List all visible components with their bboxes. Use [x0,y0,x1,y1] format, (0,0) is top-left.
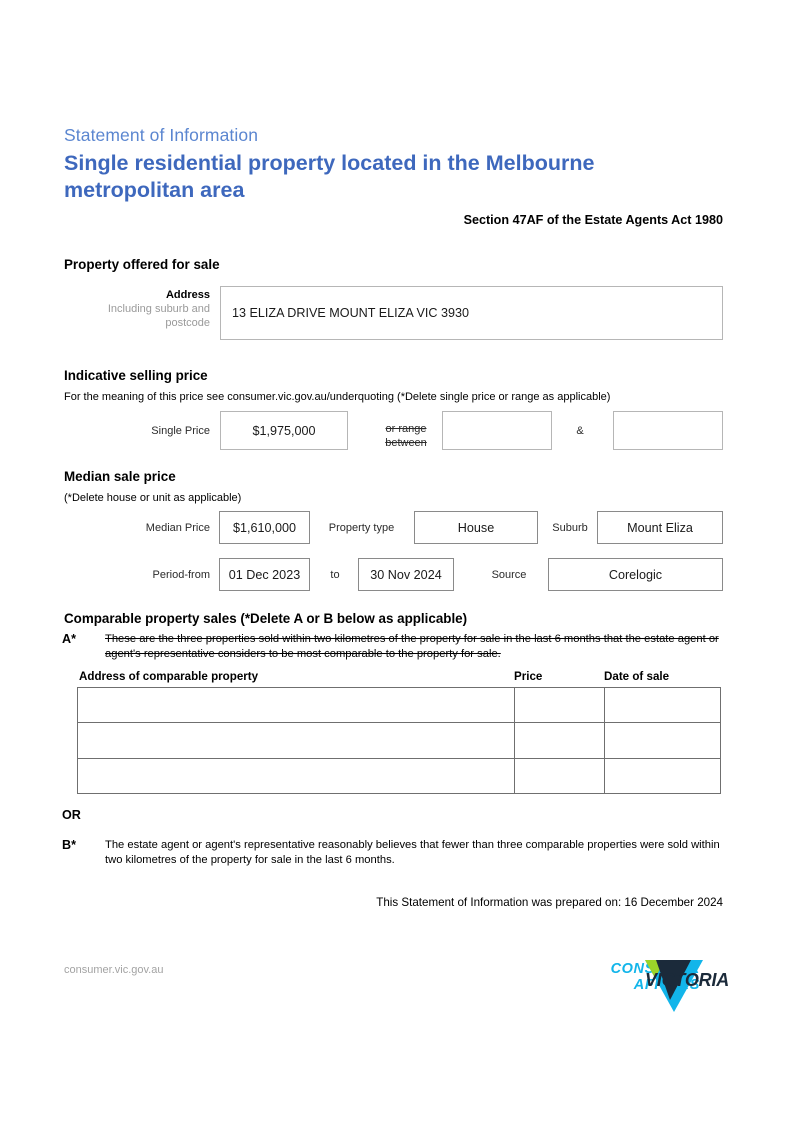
address-sub-label: Including suburb and postcode [107,303,210,329]
column-header-address: Address of comparable property [79,670,259,683]
range-ampersand: & [576,425,584,437]
period-from-field[interactable]: 01 Dec 2023 [219,558,310,591]
period-to-field[interactable]: 30 Nov 2024 [358,558,454,591]
document-kicker: Statement of Information [64,125,259,145]
section-heading-property-offered: Property offered for sale [64,257,220,272]
median-price-label: Median Price [145,522,210,534]
cell-date[interactable] [604,722,721,759]
prepared-on-statement: This Statement of Information was prepar… [376,896,723,909]
cell-price[interactable] [514,757,605,795]
column-header-date: Date of sale [604,670,670,683]
logo-wordmark-victoria: VICTORIA [645,970,730,990]
period-to-label: to [330,569,340,581]
option-a-marker: A* [62,632,76,646]
source-field[interactable]: Corelogic [548,558,723,591]
footer-url[interactable]: consumer.vic.gov.au [64,964,163,976]
address-label: Address [165,289,210,301]
cell-address[interactable] [77,686,515,724]
legislation-reference: Section 47AF of the Estate Agents Act 19… [463,213,723,227]
section-heading-indicative-price: Indicative selling price [64,368,208,383]
property-type-label: Property type [328,522,395,534]
table-row[interactable] [77,686,721,724]
single-price-label: Single Price [151,425,210,437]
or-separator: OR [62,808,81,822]
option-b-text: The estate agent or agent's representati… [105,839,720,866]
comparable-sales-table [77,686,721,795]
document-page: Statement of Information Single resident… [0,0,800,1141]
range-label-line2: between [385,437,427,449]
cell-price[interactable] [514,722,605,759]
range-label-line1: or range [385,423,427,435]
table-row[interactable] [77,757,721,795]
option-b-marker: B* [62,838,76,852]
indicative-price-note: For the meaning of this price see consum… [64,391,611,403]
cell-address[interactable] [77,722,515,759]
cell-date[interactable] [604,757,721,795]
suburb-label: Suburb [552,522,588,534]
page-title: Single residential property located in t… [64,151,595,202]
median-price-field[interactable]: $1,610,000 [219,511,310,544]
property-type-field[interactable]: House [414,511,538,544]
table-row[interactable] [77,722,721,759]
range-high-field[interactable] [613,411,723,450]
source-label: Source [491,569,527,581]
cell-date[interactable] [604,686,721,724]
column-header-price: Price [514,670,543,683]
median-price-note: (*Delete house or unit as applicable) [64,492,242,504]
single-price-field[interactable]: $1,975,000 [220,411,348,450]
cell-price[interactable] [514,686,605,724]
cell-address[interactable] [77,757,515,795]
suburb-field[interactable]: Mount Eliza [597,511,723,544]
address-field[interactable]: 13 ELIZA DRIVE MOUNT ELIZA VIC 3930 [220,286,723,340]
range-low-field[interactable] [442,411,552,450]
period-from-label: Period-from [152,569,210,581]
option-a-text: These are the three properties sold with… [105,633,719,660]
consumer-affairs-victoria-logo: CONSUMER AFFAIRS VICTORIA [550,958,740,1014]
section-heading-comparable-sales: Comparable property sales (*Delete A or … [64,611,468,626]
section-heading-median-price: Median sale price [64,469,176,484]
